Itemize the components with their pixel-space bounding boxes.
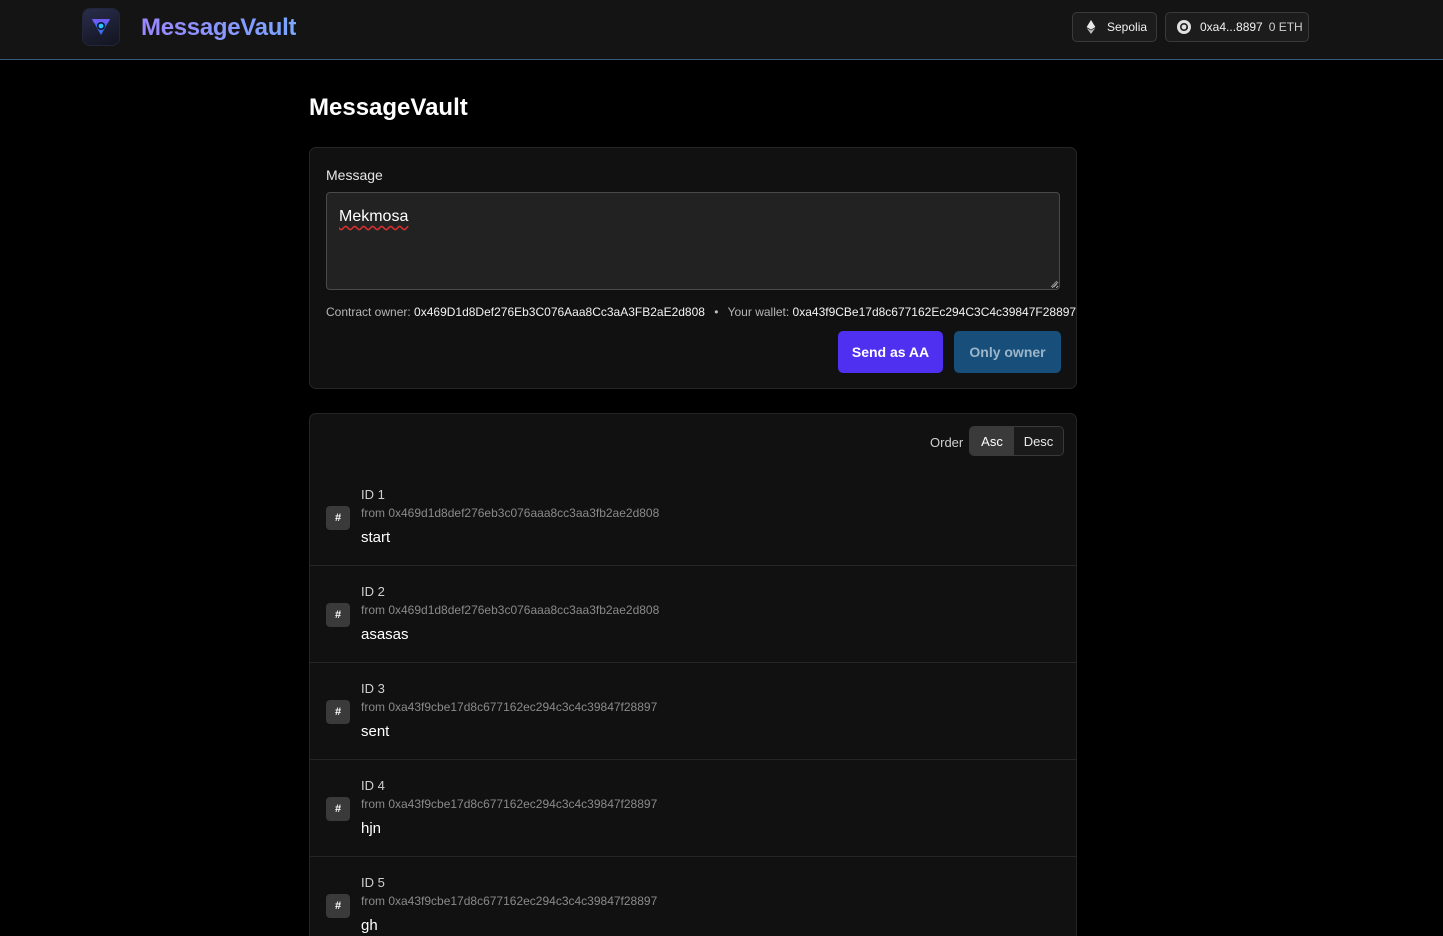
hash-icon: #	[326, 506, 350, 530]
order-desc-button[interactable]: Desc	[1014, 427, 1063, 455]
message-id: ID 1	[361, 487, 385, 502]
message-row: # ID 5 from 0xa43f9cbe17d8c677162ec294c3…	[310, 857, 1076, 936]
message-text: gh	[361, 917, 378, 934]
owner-label: Contract owner:	[326, 305, 411, 319]
address-info: Contract owner: 0x469D1d8Def276Eb3C076Aa…	[326, 305, 1076, 319]
message-row: # ID 1 from 0x469d1d8def276eb3c076aaa8cc…	[310, 469, 1076, 566]
wallet-address: 0xa43f9CBe17d8c677162Ec294C3C4c39847F288…	[792, 305, 1077, 319]
message-input[interactable]	[326, 192, 1060, 290]
app-logo[interactable]	[83, 9, 119, 45]
hash-icon: #	[326, 797, 350, 821]
order-label: Order	[930, 435, 964, 450]
page-title: MessageVault	[309, 94, 468, 121]
ethereum-icon	[1083, 19, 1099, 35]
compose-card: Message Contract owner: 0x469D1d8Def276E…	[309, 147, 1077, 389]
top-bar: MessageVault Sepolia 0xa4...8897 0 ETH	[0, 0, 1443, 60]
brand-name[interactable]: MessageVault	[141, 14, 296, 42]
wallet-address-short: 0xa4...8897	[1200, 20, 1263, 34]
message-text: start	[361, 529, 391, 546]
message-sender: from 0xa43f9cbe17d8c677162ec294c3c4c3984…	[361, 894, 658, 908]
order-toggle: Asc Desc	[969, 426, 1064, 456]
owner-address: 0x469D1d8Def276Eb3C076Aaa8Cc3aA3FB2aE2d8…	[414, 305, 705, 319]
message-id: ID 3	[361, 681, 385, 696]
message-row: # ID 3 from 0xa43f9cbe17d8c677162ec294c3…	[310, 663, 1076, 760]
message-sender: from 0xa43f9cbe17d8c677162ec294c3c4c3984…	[361, 797, 658, 811]
message-text: sent	[361, 723, 390, 740]
message-id: ID 2	[361, 584, 385, 599]
messages-card: Order Asc Desc # ID 1 from 0x469d1d8def2…	[309, 413, 1077, 936]
message-row: # ID 2 from 0x469d1d8def276eb3c076aaa8cc…	[310, 566, 1076, 663]
wallet-label: Your wallet:	[727, 305, 790, 319]
message-id: ID 5	[361, 875, 385, 890]
message-sender: from 0x469d1d8def276eb3c076aaa8cc3aa3fb2…	[361, 603, 660, 617]
send-as-aa-button[interactable]: Send as AA	[838, 331, 943, 373]
message-text: asasas	[361, 626, 409, 643]
order-asc-button[interactable]: Asc	[970, 427, 1014, 455]
vault-logo-icon	[92, 19, 110, 35]
network-name: Sepolia	[1107, 20, 1148, 34]
separator-dot: •	[714, 305, 719, 319]
message-id: ID 4	[361, 778, 385, 793]
wallet-balance: 0 ETH	[1268, 20, 1303, 34]
message-sender: from 0xa43f9cbe17d8c677162ec294c3c4c3984…	[361, 700, 658, 714]
message-row: # ID 4 from 0xa43f9cbe17d8c677162ec294c3…	[310, 760, 1076, 857]
message-label: Message	[326, 167, 383, 183]
message-text: hjn	[361, 820, 382, 837]
only-owner-button[interactable]: Only owner	[954, 331, 1061, 373]
hash-icon: #	[326, 700, 350, 724]
message-sender: from 0x469d1d8def276eb3c076aaa8cc3aa3fb2…	[361, 506, 660, 520]
wallet-avatar-icon	[1176, 19, 1192, 35]
network-selector[interactable]: Sepolia	[1072, 12, 1157, 42]
wallet-button[interactable]: 0xa4...8897 0 ETH	[1165, 12, 1309, 42]
hash-icon: #	[326, 894, 350, 918]
hash-icon: #	[326, 603, 350, 627]
